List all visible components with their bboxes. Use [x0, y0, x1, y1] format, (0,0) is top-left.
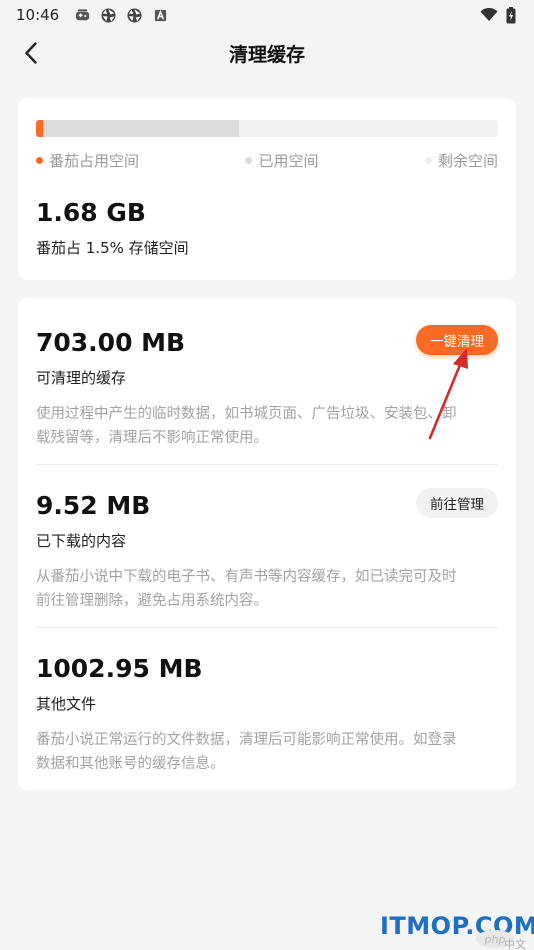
total-size-subtitle: 番茄占 1.5% 存储空间 [36, 239, 189, 257]
description-line: 番茄小说正常运行的文件数据，清理后可能影响正常使用。如登录 [36, 732, 457, 748]
description-line: 前往管理删除，避免占用系统内容。 [36, 593, 268, 609]
status-icons-right [480, 6, 516, 24]
legend-used: 已用空间 [245, 150, 319, 170]
section-size: 9.52 MB [36, 491, 151, 520]
battery-icon [506, 6, 516, 23]
storage-legend: 番茄占用空间 已用空间 剩余空间 [36, 150, 498, 170]
section-label: 可清理的缓存 [36, 369, 127, 387]
legend-dot-used [245, 156, 253, 164]
section-description: 使用过程中产生的临时数据，如书城页面、广告垃圾、安装包、卸 载残留等，清理后不影… [36, 402, 498, 450]
description-line: 从番茄小说中下载的电子书、有声书等内容缓存，如已读完可及时 [36, 569, 457, 585]
fanqie-space-segment [36, 120, 43, 137]
legend-dot-free [424, 156, 432, 164]
legend-label-fanqie: 番茄占用空间 [49, 151, 140, 170]
section-size: 1002.95 MB [36, 654, 203, 683]
total-size: 1.68 GB [36, 198, 146, 227]
divider [36, 627, 498, 628]
wifi-icon [480, 8, 498, 21]
divider [36, 464, 498, 465]
status-icons-left [75, 7, 168, 23]
nav-bar: 清理缓存 [0, 30, 534, 76]
description-line: 使用过程中产生的临时数据，如书城页面、广告垃圾、安装包、卸 [36, 406, 457, 422]
storage-usage-bar [36, 120, 498, 137]
aperture-icon [127, 7, 142, 23]
section-label: 其他文件 [36, 695, 97, 713]
gamepad-icon [76, 8, 90, 20]
legend-label-used: 已用空间 [258, 151, 319, 170]
go-manage-button[interactable]: 前往管理 [416, 488, 498, 518]
description-line: 载残留等，清理后不影响正常使用。 [36, 430, 268, 446]
one-click-clean-button[interactable]: 一键清理 [416, 325, 498, 355]
back-button[interactable] [16, 38, 46, 68]
aperture-icon [101, 7, 116, 23]
watermark-cn: 中文网 [504, 938, 526, 950]
section-description: 番茄小说正常运行的文件数据，清理后可能影响正常使用。如登录 数据和其他账号的缓存… [36, 728, 498, 776]
legend-free: 剩余空间 [424, 150, 498, 170]
description-line: 数据和其他账号的缓存信息。 [36, 756, 225, 772]
section-label: 已下载的内容 [36, 532, 127, 550]
legend-fanqie: 番茄占用空间 [36, 150, 139, 170]
section-size: 703.00 MB [36, 328, 186, 357]
cache-list-card: 703.00 MB 一键清理 可清理的缓存 使用过程中产生的临时数据，如书城页面… [18, 298, 516, 790]
used-space-segment [36, 120, 239, 137]
legend-dot-fanqie [36, 156, 43, 164]
status-time: 10:46 [16, 6, 60, 24]
chevron-left-icon [25, 42, 37, 64]
page-title: 清理缓存 [228, 43, 305, 66]
status-bar: 10:46 [0, 0, 534, 30]
storage-overview-card: 番茄占用空间 已用空间 剩余空间 1.68 GB 番茄占 1.5% 存储空间 [18, 98, 516, 280]
section-description: 从番茄小说中下载的电子书、有声书等内容缓存，如已读完可及时 前往管理删除，避免占… [36, 565, 498, 613]
a-badge-icon [155, 9, 167, 21]
legend-label-free: 剩余空间 [437, 151, 498, 170]
